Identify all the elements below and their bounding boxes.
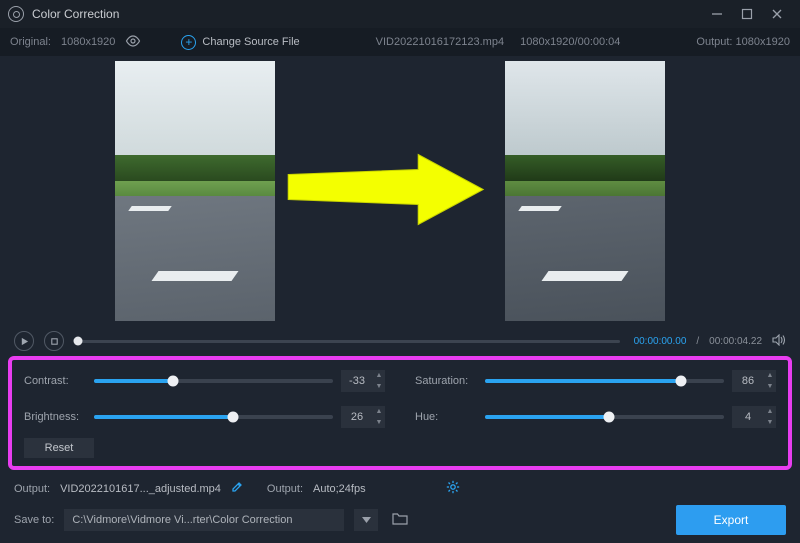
contrast-control: Contrast: -33▲▼ bbox=[24, 370, 385, 392]
saturation-step-down[interactable]: ▼ bbox=[764, 381, 776, 392]
change-source-button[interactable]: + Change Source File bbox=[181, 35, 299, 50]
preview-original bbox=[115, 61, 275, 321]
output-resolution: 1080x1920 bbox=[736, 36, 790, 48]
timeline-track[interactable] bbox=[78, 340, 620, 343]
export-button[interactable]: Export bbox=[676, 505, 786, 535]
hue-value-box[interactable]: 4▲▼ bbox=[732, 406, 776, 428]
minimize-button[interactable] bbox=[702, 0, 732, 28]
window-title: Color Correction bbox=[32, 7, 119, 21]
output-row: Output: VID2022101617..._adjusted.mp4 Ou… bbox=[0, 476, 800, 501]
brightness-step-down[interactable]: ▼ bbox=[373, 417, 385, 428]
output-settings-gear-icon[interactable] bbox=[446, 480, 460, 497]
stop-button[interactable] bbox=[44, 331, 64, 351]
save-to-label: Save to: bbox=[14, 514, 54, 526]
brightness-value-box[interactable]: 26▲▼ bbox=[341, 406, 385, 428]
contrast-label: Contrast: bbox=[24, 375, 86, 387]
saturation-value-box[interactable]: 86▲▼ bbox=[732, 370, 776, 392]
original-resolution: 1080x1920 bbox=[61, 36, 115, 48]
maximize-button[interactable] bbox=[732, 0, 762, 28]
time-total: 00:00:04.22 bbox=[709, 336, 762, 347]
output-filename: VID2022101617..._adjusted.mp4 bbox=[60, 483, 221, 495]
timeline-playhead[interactable] bbox=[74, 337, 83, 346]
save-path-dropdown[interactable] bbox=[354, 509, 378, 531]
saturation-step-up[interactable]: ▲ bbox=[764, 370, 776, 381]
save-row: Save to: C:\Vidmore\Vidmore Vi...rter\Co… bbox=[0, 501, 800, 543]
time-current: 00:00:00.00 bbox=[634, 336, 687, 347]
hue-step-up[interactable]: ▲ bbox=[764, 406, 776, 417]
play-button[interactable] bbox=[14, 331, 34, 351]
arrow-annotation-icon bbox=[278, 150, 488, 233]
brightness-step-up[interactable]: ▲ bbox=[373, 406, 385, 417]
open-folder-icon[interactable] bbox=[392, 512, 408, 528]
source-meta: 1080x1920/00:00:04 bbox=[520, 36, 620, 48]
saturation-slider[interactable] bbox=[485, 379, 724, 383]
output-settings-label: Output: bbox=[267, 483, 303, 495]
hue-control: Hue: 4▲▼ bbox=[415, 406, 776, 428]
info-bar: Original: 1080x1920 + Change Source File… bbox=[0, 28, 800, 56]
saturation-control: Saturation: 86▲▼ bbox=[415, 370, 776, 392]
save-path-box[interactable]: C:\Vidmore\Vidmore Vi...rter\Color Corre… bbox=[64, 509, 344, 531]
reset-button[interactable]: Reset bbox=[24, 438, 94, 458]
output-settings-value: Auto;24fps bbox=[313, 483, 366, 495]
saturation-label: Saturation: bbox=[415, 375, 477, 387]
app-logo-icon bbox=[8, 6, 24, 22]
volume-icon[interactable] bbox=[772, 334, 786, 349]
eye-icon[interactable] bbox=[125, 35, 141, 50]
output-label: Output: bbox=[696, 36, 732, 48]
close-button[interactable] bbox=[762, 0, 792, 28]
titlebar: Color Correction bbox=[0, 0, 800, 28]
timeline: 00:00:00.00/00:00:04.22 bbox=[0, 326, 800, 356]
preview-area bbox=[0, 56, 800, 326]
contrast-step-down[interactable]: ▼ bbox=[373, 381, 385, 392]
contrast-slider[interactable] bbox=[94, 379, 333, 383]
original-label: Original: bbox=[10, 36, 51, 48]
hue-step-down[interactable]: ▼ bbox=[764, 417, 776, 428]
hue-label: Hue: bbox=[415, 411, 477, 423]
brightness-label: Brightness: bbox=[24, 411, 86, 423]
output-file-label: Output: bbox=[14, 483, 50, 495]
edit-filename-icon[interactable] bbox=[231, 481, 243, 496]
brightness-control: Brightness: 26▲▼ bbox=[24, 406, 385, 428]
hue-slider[interactable] bbox=[485, 415, 724, 419]
source-filename: VID20221016172123.mp4 bbox=[376, 36, 504, 48]
controls-highlight: Contrast: -33▲▼ Saturation: 86▲▼ Brightn… bbox=[8, 356, 792, 470]
plus-circle-icon: + bbox=[181, 35, 196, 50]
contrast-value-box[interactable]: -33▲▼ bbox=[341, 370, 385, 392]
contrast-step-up[interactable]: ▲ bbox=[373, 370, 385, 381]
change-source-label: Change Source File bbox=[202, 36, 299, 48]
preview-adjusted bbox=[505, 61, 665, 321]
brightness-slider[interactable] bbox=[94, 415, 333, 419]
